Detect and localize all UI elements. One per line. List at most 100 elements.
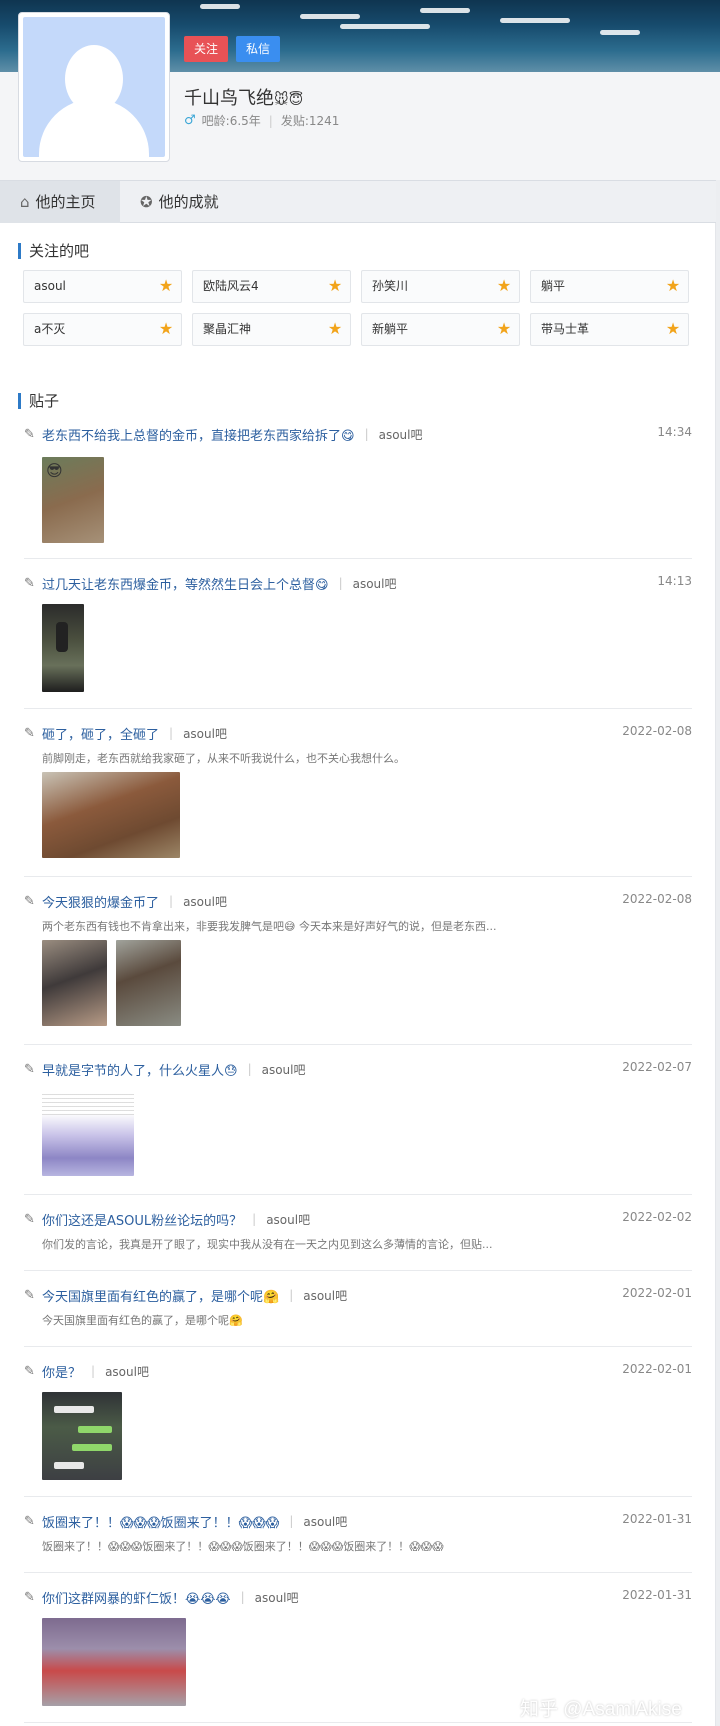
- edit-icon: ✎: [24, 1513, 35, 1529]
- posts-title: 贴子: [18, 393, 59, 409]
- post-thumbnail[interactable]: 😎: [42, 457, 104, 543]
- post-thumbnail[interactable]: [116, 940, 181, 1026]
- username-text: 千山鸟飞绝: [184, 88, 274, 109]
- post-divider: [24, 1722, 692, 1723]
- edit-icon: ✎: [24, 426, 35, 442]
- post-divider: [24, 1346, 692, 1347]
- post-title[interactable]: 今天狠狠的爆金币了: [42, 892, 159, 911]
- star-icon: ★: [496, 319, 512, 338]
- separator: |: [252, 1212, 257, 1226]
- post-item: ✎ 过几天让老东西爆金币，等然然生日会上个总督😋 | asoul吧 14:13: [24, 574, 692, 694]
- separator: |: [289, 1514, 294, 1528]
- follow-button[interactable]: 关注: [184, 36, 229, 62]
- tab-achievements[interactable]: ✪ 他的成就: [140, 181, 219, 223]
- post-title[interactable]: 你们这还是ASOUL粉丝论坛的吗？: [42, 1210, 242, 1229]
- post-item: ✎ 砸了，砸了，全砸了 | asoul吧 2022-02-08 前脚刚走，老东西…: [24, 724, 692, 864]
- post-item: ✎ 今天国旗里面有红色的赢了，是哪个呢🤗 | asoul吧 2022-02-01…: [24, 1286, 692, 1346]
- post-item: ✎ 你是？ | asoul吧 2022-02-01: [24, 1362, 692, 1492]
- followed-bars-title: 关注的吧: [18, 243, 89, 259]
- separator: |: [169, 726, 174, 740]
- bar-name: 欧陆风云4: [203, 279, 259, 293]
- right-scroll-strip: [716, 180, 720, 1726]
- post-thumbnail[interactable]: [42, 940, 107, 1026]
- post-bar-link[interactable]: asoul吧: [105, 1363, 149, 1380]
- post-divider: [24, 876, 692, 877]
- post-divider: [24, 1496, 692, 1497]
- post-bar-link[interactable]: asoul吧: [353, 575, 397, 592]
- post-time: 2022-01-31: [622, 1512, 692, 1526]
- post-divider: [24, 1572, 692, 1573]
- star-icon: ★: [496, 276, 512, 295]
- star-icon: ★: [327, 319, 343, 338]
- star-icon: ★: [665, 319, 681, 338]
- bar-item[interactable]: a不灭 ★: [23, 313, 182, 346]
- post-thumbnail[interactable]: [42, 604, 84, 692]
- post-thumbnail[interactable]: [42, 1086, 134, 1176]
- post-item: ✎ 老东西不给我上总督的金币，直接把老东西家给拆了😋 | asoul吧 14:3…: [24, 425, 692, 545]
- star-icon: ★: [327, 276, 343, 295]
- post-divider: [24, 1194, 692, 1195]
- post-title[interactable]: 早就是字节的人了，什么火星人😓: [42, 1060, 238, 1079]
- bar-item[interactable]: 带马士革 ★: [530, 313, 689, 346]
- edit-icon: ✎: [24, 1287, 35, 1303]
- post-title[interactable]: 老东西不给我上总督的金币，直接把老东西家给拆了😋: [42, 425, 355, 444]
- banner-wave: [300, 14, 360, 19]
- bar-name: asoul: [34, 279, 66, 293]
- post-bar-link[interactable]: asoul吧: [183, 893, 227, 910]
- post-time: 2022-02-08: [622, 892, 692, 906]
- post-item: ✎ 今天狠狠的爆金币了 | asoul吧 2022-02-08 两个老东西有钱也…: [24, 892, 692, 1032]
- post-time: 2022-02-01: [622, 1362, 692, 1376]
- home-icon: ⌂: [20, 193, 30, 211]
- bar-item[interactable]: 欧陆风云4 ★: [192, 270, 351, 303]
- bar-item[interactable]: 新躺平 ★: [361, 313, 520, 346]
- bar-item[interactable]: 聚晶汇神 ★: [192, 313, 351, 346]
- tab-label: 他的主页: [35, 193, 96, 211]
- bar-age: 吧龄:6.5年: [201, 114, 261, 128]
- post-time: 2022-02-02: [622, 1210, 692, 1224]
- star-icon: ★: [665, 276, 681, 295]
- banner-wave: [200, 4, 240, 9]
- separator: |: [169, 894, 174, 908]
- post-bar-link[interactable]: asoul吧: [183, 725, 227, 742]
- banner-wave: [340, 24, 430, 29]
- post-divider: [24, 1270, 692, 1271]
- post-count: 发贴:1241: [280, 114, 340, 128]
- post-item: ✎ 饭圈来了！！😱😱😱饭圈来了！！😱😱😱 | asoul吧 2022-01-31…: [24, 1512, 692, 1572]
- post-abstract: 你们发的言论，我真是开了眼了，现实中我从没有在一天之内见到这么多薄情的言论，但贴…: [42, 1238, 493, 1251]
- bar-item[interactable]: 躺平 ★: [530, 270, 689, 303]
- bar-name: 躺平: [541, 279, 566, 293]
- post-thumbnail[interactable]: [42, 1392, 122, 1480]
- post-title[interactable]: 砸了，砸了，全砸了: [42, 724, 159, 743]
- post-title[interactable]: 你们这群网暴的虾仁饭！😭😭😭: [42, 1588, 231, 1607]
- post-title[interactable]: 过几天让老东西爆金币，等然然生日会上个总督😋: [42, 574, 329, 593]
- post-title[interactable]: 你是？: [42, 1362, 81, 1381]
- bar-item[interactable]: 孙笑川 ★: [361, 270, 520, 303]
- post-bar-link[interactable]: asoul吧: [379, 426, 423, 443]
- post-divider: [24, 708, 692, 709]
- watermark: 知乎 @AsamiAkise: [520, 1699, 682, 1720]
- edit-icon: ✎: [24, 1589, 35, 1605]
- post-bar-link[interactable]: asoul吧: [262, 1061, 306, 1078]
- bar-name: 带马士革: [541, 322, 590, 336]
- banner-wave: [420, 8, 470, 13]
- edit-icon: ✎: [24, 1211, 35, 1227]
- post-thumbnail[interactable]: [42, 1618, 186, 1706]
- post-bar-link[interactable]: asoul吧: [303, 1513, 347, 1530]
- post-bar-link[interactable]: asoul吧: [266, 1211, 310, 1228]
- default-avatar-icon: [23, 17, 165, 157]
- edit-icon: ✎: [24, 1363, 35, 1379]
- post-time: 14:13: [657, 574, 692, 588]
- separator: |: [247, 1062, 252, 1076]
- post-thumbnail[interactable]: [42, 772, 180, 858]
- post-time: 14:34: [657, 425, 692, 439]
- tab-home[interactable]: ⌂ 他的主页: [0, 181, 120, 223]
- bar-item[interactable]: asoul ★: [23, 270, 182, 303]
- post-title[interactable]: 饭圈来了！！😱😱😱饭圈来了！！😱😱😱: [42, 1512, 279, 1531]
- avatar[interactable]: [18, 12, 170, 162]
- post-bar-link[interactable]: asoul吧: [303, 1287, 347, 1304]
- edit-icon: ✎: [24, 575, 35, 591]
- message-button[interactable]: 私信: [236, 36, 281, 62]
- edit-icon: ✎: [24, 1061, 35, 1077]
- post-bar-link[interactable]: asoul吧: [255, 1589, 299, 1606]
- post-title[interactable]: 今天国旗里面有红色的赢了，是哪个呢🤗: [42, 1286, 279, 1305]
